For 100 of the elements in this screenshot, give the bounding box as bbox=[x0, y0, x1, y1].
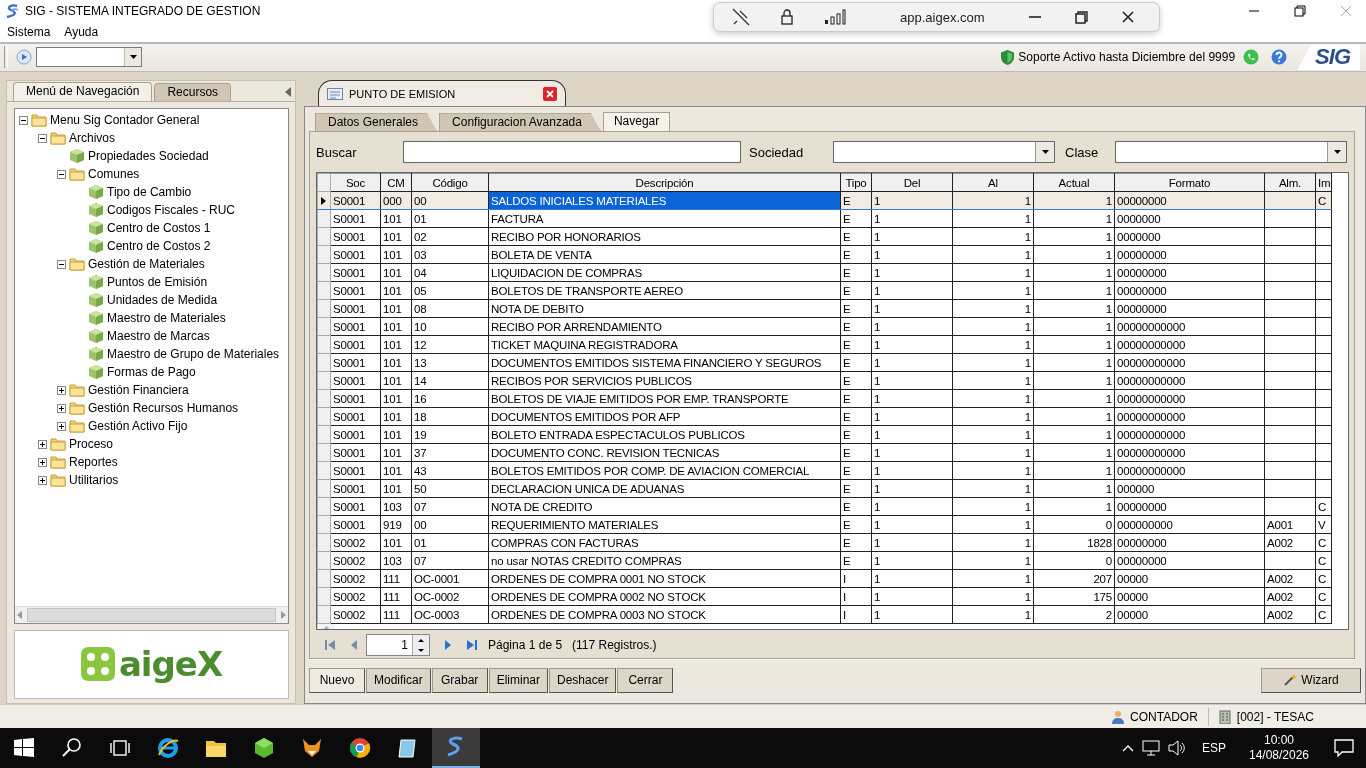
tree-item[interactable]: Unidades de Medida bbox=[107, 293, 218, 308]
column-header[interactable]: Tipo bbox=[840, 173, 872, 192]
tab[interactable]: Navegar bbox=[602, 112, 671, 132]
column-header[interactable]: CM bbox=[380, 173, 412, 192]
signal-icon[interactable] bbox=[824, 9, 846, 25]
play-icon[interactable] bbox=[16, 49, 32, 66]
tree-item[interactable]: Maestro de Grupo de Materiales bbox=[107, 347, 280, 362]
document-tab[interactable]: PUNTO DE EMISION bbox=[318, 80, 566, 107]
table-cell: E bbox=[840, 515, 872, 534]
table-cell: 0000000 bbox=[1114, 227, 1265, 246]
last-page-icon[interactable] bbox=[466, 639, 478, 652]
table-cell: OC-0002 bbox=[411, 587, 489, 606]
folder-icon bbox=[50, 472, 66, 489]
column-header[interactable]: Soc bbox=[330, 173, 381, 192]
chevron-up-icon[interactable] bbox=[1122, 744, 1134, 752]
tree-item[interactable]: Codigos Fiscales - RUC bbox=[107, 203, 236, 218]
action-button[interactable]: Eliminar bbox=[488, 667, 549, 693]
action-button[interactable]: Nuevo bbox=[309, 667, 365, 693]
tree-item[interactable]: Reportes bbox=[69, 455, 118, 470]
collapse-icon[interactable] bbox=[19, 115, 28, 125]
close-icon[interactable] bbox=[1121, 11, 1134, 23]
spin-down-icon[interactable] bbox=[418, 648, 424, 652]
table-cell: 00000000 bbox=[1114, 263, 1265, 282]
tree-item[interactable]: Formas de Pago bbox=[107, 365, 196, 380]
tree-item[interactable]: Puntos de Emisión bbox=[107, 275, 208, 290]
tree-item[interactable]: Proceso bbox=[69, 437, 114, 452]
column-header[interactable]: Alm. bbox=[1264, 173, 1316, 192]
tree-item[interactable]: Comunes bbox=[88, 167, 140, 182]
search-field[interactable] bbox=[403, 141, 741, 164]
unpin-icon[interactable] bbox=[732, 8, 750, 26]
table-cell: 00000000 bbox=[1114, 497, 1265, 516]
table-cell: S0001 bbox=[330, 479, 381, 498]
column-header[interactable]: Descripción bbox=[488, 173, 841, 192]
notification-icon[interactable] bbox=[1334, 739, 1354, 757]
column-header[interactable]: Del bbox=[871, 173, 953, 192]
tree-item[interactable]: Maestro de Materiales bbox=[107, 311, 226, 326]
table-cell: BOLETOS EMITIDOS POR COMP. DE AVIACION COMERCIAL bbox=[488, 461, 841, 480]
wizard-button[interactable]: Wizard bbox=[1261, 667, 1361, 693]
collapse-arrow-icon[interactable] bbox=[285, 87, 291, 98]
page-spinner[interactable]: 1 bbox=[366, 634, 430, 657]
clock[interactable]: 10:00 14/08/2026 bbox=[1242, 733, 1316, 763]
tree-item[interactable]: Gestión Activo Fijo bbox=[88, 419, 188, 434]
language-indicator[interactable]: ESP bbox=[1202, 741, 1226, 755]
action-button[interactable]: Grabar bbox=[431, 667, 488, 693]
tree-item[interactable]: Gestión Financiera bbox=[88, 383, 189, 398]
collapse-icon[interactable] bbox=[38, 133, 47, 143]
table-cell: 19 bbox=[411, 425, 489, 444]
tree-item[interactable]: Centro de Costos 1 bbox=[107, 221, 211, 236]
menu-item[interactable]: Ayuda bbox=[64, 24, 99, 39]
tree-item[interactable]: Utilitarios bbox=[69, 473, 119, 488]
table-cell: S0002 bbox=[330, 605, 381, 624]
table-cell: BOLETA DE VENTA bbox=[488, 245, 841, 264]
panel-tab[interactable]: Menú de Navegación bbox=[13, 82, 153, 102]
expand-icon[interactable] bbox=[57, 403, 66, 413]
table-cell: RECIBO POR ARRENDAMIENTO bbox=[488, 317, 841, 336]
action-button[interactable]: Cerrar bbox=[617, 667, 674, 693]
previous-page-icon[interactable] bbox=[350, 639, 358, 652]
collapse-icon[interactable] bbox=[57, 169, 66, 179]
column-header[interactable]: Actual bbox=[1033, 173, 1115, 192]
collapse-icon[interactable] bbox=[57, 259, 66, 269]
action-button[interactable]: Deshacer bbox=[549, 667, 617, 693]
tree-item[interactable]: Propiedades Sociedad bbox=[88, 149, 209, 164]
tree-item[interactable]: Menu Sig Contador General bbox=[50, 113, 200, 128]
lock-icon[interactable] bbox=[780, 9, 794, 25]
tree-item[interactable]: Archivos bbox=[69, 131, 115, 146]
table-cell bbox=[1264, 263, 1316, 282]
help-icon[interactable] bbox=[1271, 49, 1288, 66]
tree-item[interactable]: Tipo de Cambio bbox=[107, 185, 192, 200]
table-cell: 101 bbox=[380, 209, 412, 228]
tree-item[interactable]: Centro de Costos 2 bbox=[107, 239, 211, 254]
table-cell: ORDENES DE COMPRA 0003 NO STOCK bbox=[488, 605, 841, 624]
horizontal-scrollbar[interactable] bbox=[15, 605, 288, 623]
column-header[interactable]: Formato bbox=[1114, 173, 1265, 192]
first-page-icon[interactable] bbox=[324, 639, 336, 652]
tree-item[interactable]: Gestión de Materiales bbox=[88, 257, 205, 272]
restore-icon[interactable] bbox=[1074, 10, 1088, 24]
next-page-icon[interactable] bbox=[444, 639, 452, 652]
expand-icon[interactable] bbox=[57, 421, 66, 431]
expand-icon[interactable] bbox=[57, 385, 66, 395]
combo-box[interactable] bbox=[1115, 141, 1347, 164]
panel-tab[interactable]: Recursos bbox=[154, 83, 232, 102]
network-icon[interactable] bbox=[1142, 740, 1160, 756]
volume-icon[interactable] bbox=[1168, 740, 1186, 756]
menu-item[interactable]: Sistema bbox=[7, 24, 51, 39]
tree-item[interactable]: Maestro de Marcas bbox=[107, 329, 210, 344]
tab[interactable]: Configuracion Avanzada bbox=[439, 113, 601, 132]
dropdown-arrow-icon bbox=[129, 55, 137, 60]
column-header[interactable]: Al bbox=[952, 173, 1034, 192]
expand-icon[interactable] bbox=[38, 475, 47, 485]
spin-up-icon[interactable] bbox=[418, 638, 424, 642]
tree-item[interactable]: Gestión Recursos Humanos bbox=[88, 401, 239, 416]
expand-icon[interactable] bbox=[38, 439, 47, 449]
restore-icon[interactable] bbox=[1294, 4, 1306, 17]
table-cell: S0001 bbox=[330, 389, 381, 408]
column-header[interactable]: Código bbox=[411, 173, 489, 192]
tab[interactable]: Datos Generales bbox=[315, 113, 438, 132]
expand-icon[interactable] bbox=[38, 457, 47, 467]
combo-box[interactable] bbox=[36, 47, 142, 68]
combo-box[interactable] bbox=[833, 141, 1055, 164]
action-button[interactable]: Modificar bbox=[366, 667, 431, 693]
